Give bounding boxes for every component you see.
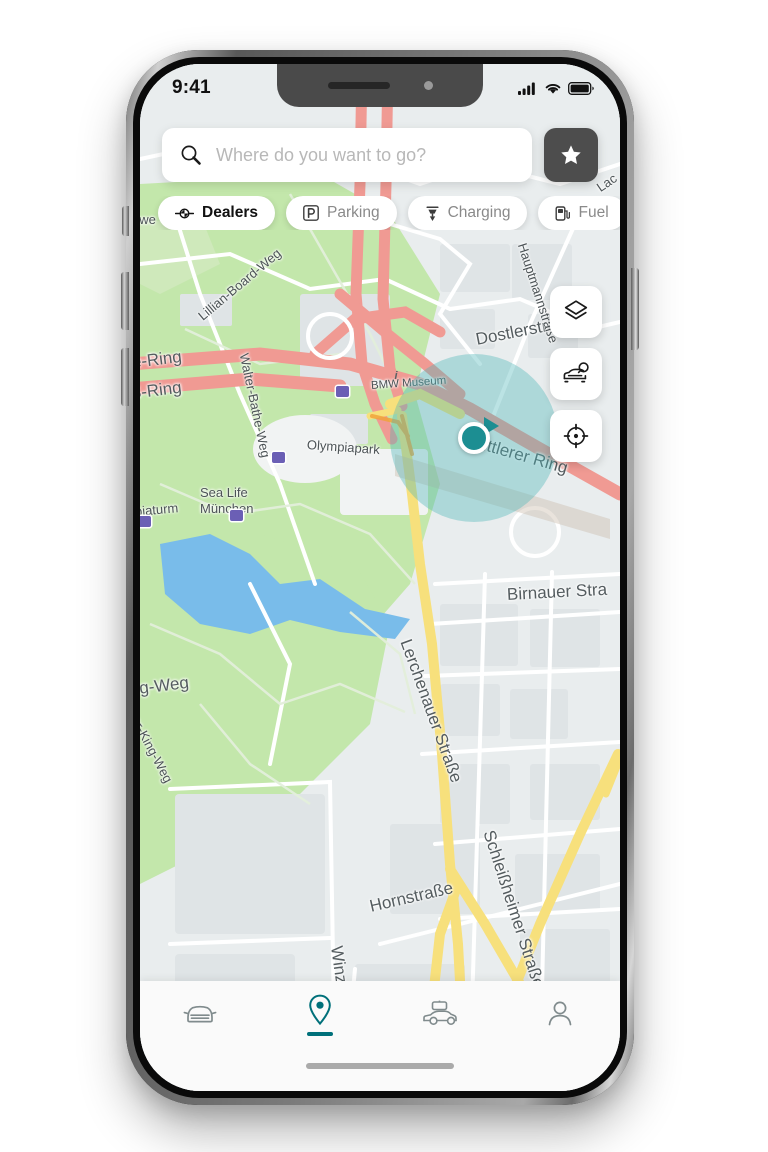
filter-chip-label: Charging <box>447 204 511 221</box>
person-icon <box>548 1001 572 1026</box>
filter-chip-label: Fuel <box>578 204 609 221</box>
poi-marker[interactable] <box>272 452 285 463</box>
filter-chip-label: Dealers <box>202 204 259 221</box>
crosshair-locate-icon <box>563 423 589 449</box>
search-bar[interactable]: Where do you want to go? <box>162 128 532 182</box>
nav-item-services[interactable] <box>380 981 500 1047</box>
filter-chip-row[interactable]: Dealers Parking Charging Fuel <box>140 196 620 230</box>
filter-chip-label: Parking <box>327 204 380 221</box>
find-my-car-button[interactable] <box>550 348 602 400</box>
map-label: München <box>200 501 254 516</box>
map-label: Sea Life <box>200 485 248 500</box>
poi-marker[interactable] <box>336 386 349 397</box>
volume-down-button[interactable] <box>121 348 129 406</box>
nav-active-indicator <box>307 1031 333 1036</box>
bottom-nav-items <box>140 981 620 1047</box>
star-icon <box>561 145 581 164</box>
search-icon <box>181 145 201 165</box>
screenshot-scene: Dostlerstraße Mittlerer Ring BMW Museum Oly… <box>0 0 768 1152</box>
nav-item-vehicle[interactable] <box>140 981 260 1047</box>
search-input[interactable]: Where do you want to go? <box>216 145 426 166</box>
earpiece-speaker-icon <box>327 82 390 89</box>
recenter-button[interactable] <box>550 410 602 462</box>
poi-marker[interactable] <box>230 510 243 521</box>
poi-marker[interactable] <box>140 516 151 527</box>
favorites-button[interactable] <box>544 128 598 182</box>
filter-chip-charging[interactable]: Charging <box>407 196 528 230</box>
power-button[interactable] <box>631 268 639 350</box>
bottom-navigation-bar <box>140 981 620 1091</box>
bmw-roundel-icon <box>175 207 194 220</box>
layers-icon <box>564 300 588 320</box>
filter-chip-dealers[interactable]: Dealers <box>158 196 276 230</box>
fuel-pump-icon <box>555 205 571 222</box>
device-notch <box>277 64 483 107</box>
filter-chip-fuel[interactable]: Fuel <box>538 196 620 230</box>
location-pin-icon <box>309 994 331 1025</box>
volume-up-button[interactable] <box>121 272 129 330</box>
user-location-marker[interactable] <box>458 422 490 454</box>
home-indicator[interactable] <box>306 1063 454 1069</box>
nav-item-map[interactable] <box>260 981 380 1047</box>
map-controls <box>550 286 602 462</box>
search-row: Where do you want to go? <box>162 128 598 182</box>
parking-p-icon <box>303 205 319 221</box>
layers-button[interactable] <box>550 286 602 338</box>
info-badge-icon[interactable]: i <box>388 368 404 384</box>
filter-chip-parking[interactable]: Parking <box>286 196 397 230</box>
front-camera-icon <box>423 81 433 90</box>
car-front-icon <box>183 1005 217 1023</box>
charging-plug-icon <box>425 205 440 222</box>
car-travel-icon <box>423 1000 457 1025</box>
silent-switch-button[interactable] <box>122 206 129 236</box>
phone-screen: Dostlerstraße Mittlerer Ring BMW Museum Oly… <box>140 64 620 1091</box>
car-search-icon <box>563 362 589 383</box>
nav-item-profile[interactable] <box>500 981 620 1047</box>
